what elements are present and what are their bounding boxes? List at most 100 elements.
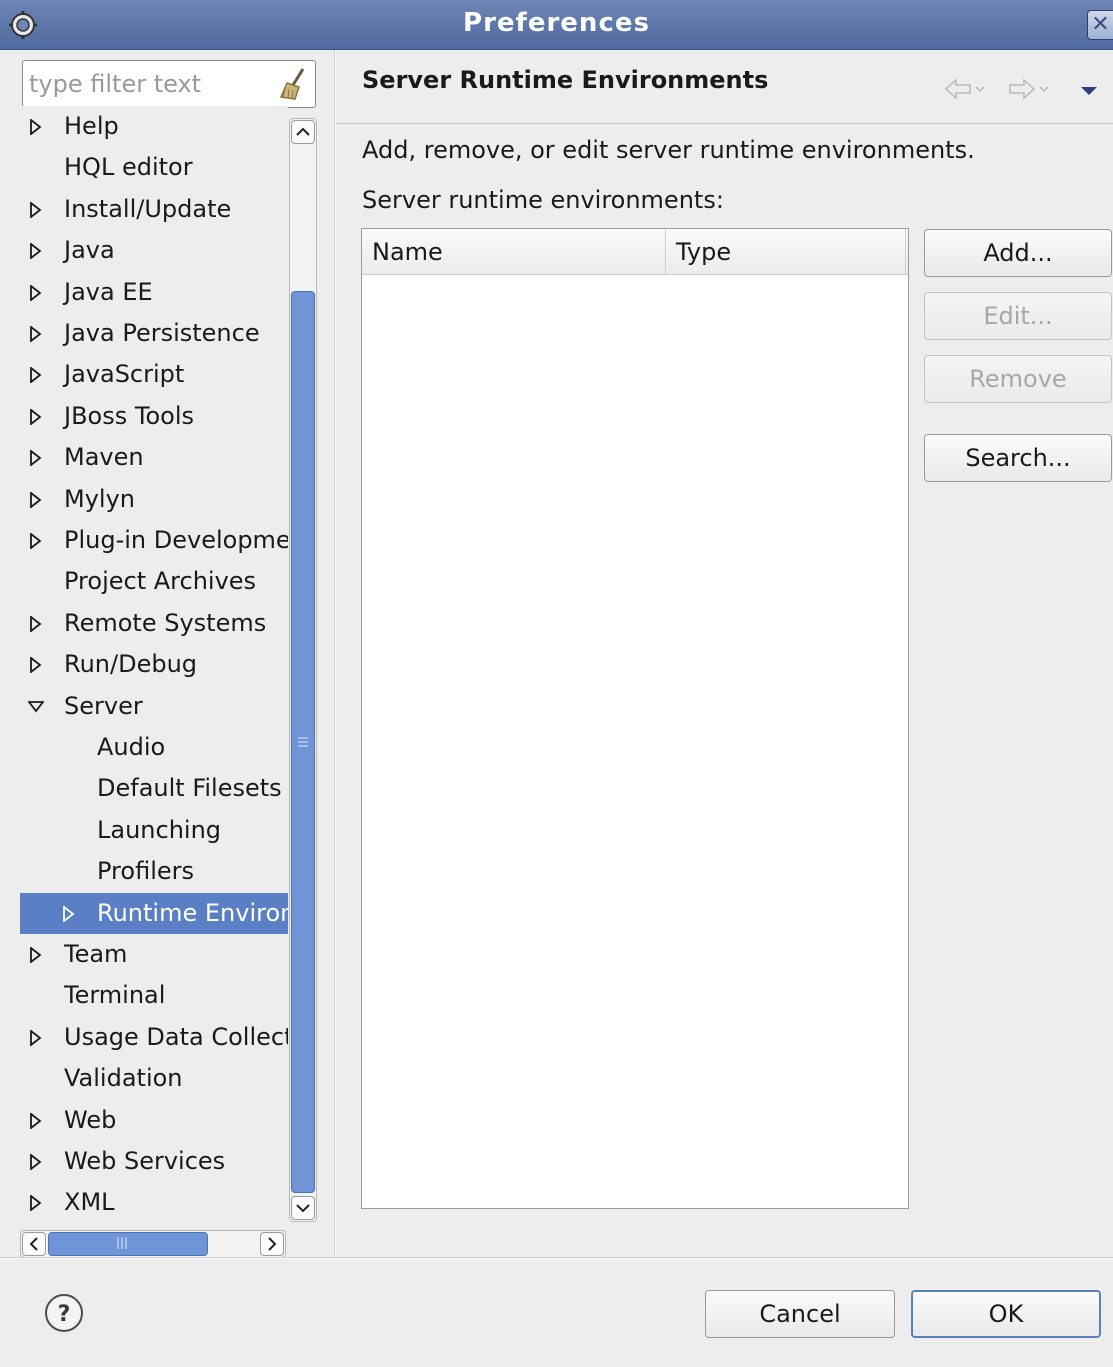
tree-item[interactable]: Audio xyxy=(20,727,288,768)
collapsed-triangle-icon[interactable] xyxy=(61,905,77,922)
forward-arrow-icon[interactable] xyxy=(1006,74,1052,104)
tree-item[interactable]: Web xyxy=(20,1100,288,1141)
tree-vertical-scrollbar[interactable] xyxy=(289,118,317,1222)
tree-item-label: Validation xyxy=(64,1064,183,1093)
back-arrow-icon[interactable] xyxy=(942,74,988,104)
tree-item-label: Java EE xyxy=(64,277,153,306)
search-button[interactable]: Search... xyxy=(924,434,1112,482)
tree-item[interactable]: Terminal xyxy=(20,975,288,1016)
tree-item-label: Terminal xyxy=(64,981,166,1010)
tree-item-label: Remote Systems xyxy=(64,608,267,637)
tree-item-label: Help xyxy=(64,112,119,140)
collapsed-triangle-icon[interactable] xyxy=(28,367,44,384)
collapsed-triangle-icon[interactable] xyxy=(28,1195,44,1212)
cancel-button[interactable]: Cancel xyxy=(705,1290,895,1338)
remove-button[interactable]: Remove xyxy=(924,355,1112,403)
tree-item-label: Usage Data Collector xyxy=(64,1022,288,1051)
collapsed-triangle-icon[interactable] xyxy=(28,1029,44,1046)
tree-item[interactable]: Team xyxy=(20,934,288,975)
tree-item[interactable]: XML xyxy=(20,1182,288,1223)
tree-item[interactable]: Web Services xyxy=(20,1141,288,1182)
collapsed-triangle-icon[interactable] xyxy=(28,408,44,425)
tree-item-label: XML xyxy=(64,1188,115,1217)
tree-item[interactable]: HQL editor xyxy=(20,147,288,188)
filter-field[interactable] xyxy=(22,60,316,108)
collapsed-triangle-icon[interactable] xyxy=(28,326,44,342)
tree-item[interactable]: Remote Systems xyxy=(20,603,288,644)
broom-clear-icon[interactable] xyxy=(279,67,309,101)
filter-input[interactable] xyxy=(23,61,273,107)
runtime-list-label: Server runtime environments: xyxy=(362,186,724,214)
collapsed-triangle-icon[interactable] xyxy=(28,119,44,135)
tree-item-label: Maven xyxy=(64,443,144,472)
chevron-right-icon xyxy=(268,1237,277,1251)
page-title: Server Runtime Environments xyxy=(362,66,769,94)
tree-item[interactable]: JBoss Tools xyxy=(20,396,288,437)
tree-item[interactable]: Plug-in Development xyxy=(20,520,288,561)
scroll-left-button[interactable] xyxy=(22,1232,46,1256)
column-header-type[interactable]: Type xyxy=(666,229,906,275)
tree-item[interactable]: Install/Update xyxy=(20,189,288,230)
view-menu-icon[interactable] xyxy=(1078,74,1100,104)
scroll-grip-icon xyxy=(117,1237,127,1249)
collapsed-triangle-icon[interactable] xyxy=(28,243,44,260)
tree-item[interactable]: Validation xyxy=(20,1058,288,1099)
tree-item[interactable]: Maven xyxy=(20,437,288,478)
expanded-triangle-icon[interactable] xyxy=(28,699,44,715)
tree-item-label: JavaScript xyxy=(64,360,185,389)
tree-item[interactable]: Server xyxy=(20,686,288,727)
close-icon[interactable]: ✕ xyxy=(1087,10,1113,40)
tree-item[interactable]: Usage Data Collector xyxy=(20,1017,288,1058)
tree-item[interactable]: Mylyn xyxy=(20,479,288,520)
collapsed-triangle-icon[interactable] xyxy=(28,450,44,467)
tree-item[interactable]: Project Archives xyxy=(20,561,288,602)
tree-item-label: Project Archives xyxy=(64,567,257,596)
tree-item-label: Java Persistence xyxy=(64,319,260,347)
tree-item-label: Web Services xyxy=(64,1147,226,1175)
tree-item-label: JBoss Tools xyxy=(64,401,194,430)
scroll-right-button[interactable] xyxy=(260,1232,284,1256)
scroll-up-button[interactable] xyxy=(291,120,315,144)
tree-item[interactable]: Java EE xyxy=(20,272,288,313)
collapsed-triangle-icon[interactable] xyxy=(28,1154,44,1170)
tree-horizontal-scrollbar[interactable] xyxy=(20,1230,286,1258)
collapsed-triangle-icon[interactable] xyxy=(28,657,44,674)
tree-item-label: Default Filesets xyxy=(97,774,282,803)
tree-item-label: Team xyxy=(64,940,128,968)
scroll-down-button[interactable] xyxy=(291,1196,315,1220)
tree-item-label: Java xyxy=(64,236,115,265)
scroll-grip-icon xyxy=(298,737,308,747)
footer-separator xyxy=(0,1257,1113,1259)
collapsed-triangle-icon[interactable] xyxy=(28,1112,44,1129)
tree-item-label: Run/Debug xyxy=(64,650,198,679)
tree-item[interactable]: Runtime Environments xyxy=(20,892,288,934)
tree-item[interactable]: Java Persistence xyxy=(20,313,288,354)
runtime-environments-table[interactable]: Name Type xyxy=(361,228,909,1209)
ok-button[interactable]: OK xyxy=(911,1290,1101,1338)
tree-item[interactable]: Java xyxy=(20,230,288,271)
collapsed-triangle-icon[interactable] xyxy=(28,533,44,549)
tree-item[interactable]: Launching xyxy=(20,810,288,851)
page-description: Add, remove, or edit server runtime envi… xyxy=(362,136,975,164)
collapsed-triangle-icon[interactable] xyxy=(28,201,44,218)
collapsed-triangle-icon[interactable] xyxy=(28,615,44,632)
tree-item-label: Plug-in Development xyxy=(64,526,288,554)
add-button[interactable]: Add... xyxy=(924,229,1112,277)
tree-item[interactable]: JavaScript xyxy=(20,354,288,395)
preference-tree[interactable]: Help HQL editor Install/Update Java Java EE J… xyxy=(20,106,288,1226)
tree-item[interactable]: Default Filesets xyxy=(20,768,288,809)
edit-button[interactable]: Edit... xyxy=(924,292,1112,340)
column-header-name[interactable]: Name xyxy=(362,229,666,275)
svg-text:?: ? xyxy=(58,1302,71,1327)
tree-item-label: Profilers xyxy=(97,857,194,886)
tree-item[interactable]: Run/Debug xyxy=(20,644,288,685)
help-question-icon[interactable]: ? xyxy=(44,1293,84,1333)
collapsed-triangle-icon[interactable] xyxy=(28,491,44,508)
collapsed-triangle-icon[interactable] xyxy=(28,947,44,963)
panel-divider[interactable] xyxy=(334,50,336,1256)
collapsed-triangle-icon[interactable] xyxy=(28,284,44,301)
title-bar: Preferences ✕ xyxy=(0,0,1113,50)
tree-item-label: Launching xyxy=(97,815,222,844)
tree-item[interactable]: Help xyxy=(20,106,288,147)
tree-item[interactable]: Profilers xyxy=(20,851,288,892)
